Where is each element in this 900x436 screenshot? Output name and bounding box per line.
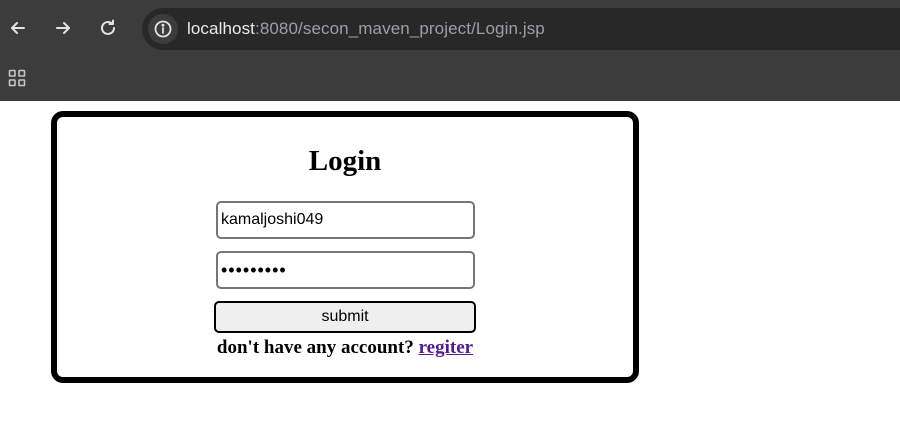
apps-button[interactable]: [6, 67, 28, 89]
register-link[interactable]: regiter: [419, 337, 474, 358]
submit-button[interactable]: submit: [214, 301, 476, 333]
username-input[interactable]: [216, 201, 475, 239]
site-info-button[interactable]: [148, 14, 178, 44]
reload-button[interactable]: [94, 14, 122, 42]
apps-grid-icon: [8, 69, 26, 87]
account-prompt-text: don't have any account?: [216, 337, 414, 358]
page-title: Login: [308, 145, 382, 177]
password-input[interactable]: [216, 251, 475, 289]
url-host: localhost: [187, 19, 255, 38]
arrow-left-icon: [11, 22, 25, 34]
url-text[interactable]: localhost:8080/secon_maven_project/Login…: [187, 19, 545, 39]
forward-button[interactable]: [49, 14, 77, 42]
url-path: :8080/secon_maven_project/Login.jsp: [255, 19, 545, 38]
login-form-box: Login submit don't have any account? reg…: [51, 111, 639, 383]
info-icon: [154, 20, 172, 38]
back-button[interactable]: [4, 14, 32, 42]
bookmarks-bar: [0, 58, 900, 101]
browser-toolbar: localhost:8080/secon_maven_project/Login…: [0, 0, 900, 58]
arrow-right-icon: [56, 22, 70, 34]
address-bar[interactable]: localhost:8080/secon_maven_project/Login…: [142, 8, 900, 50]
reload-icon: [101, 19, 115, 35]
account-prompt-line: don't have any account? regiter: [57, 337, 633, 359]
